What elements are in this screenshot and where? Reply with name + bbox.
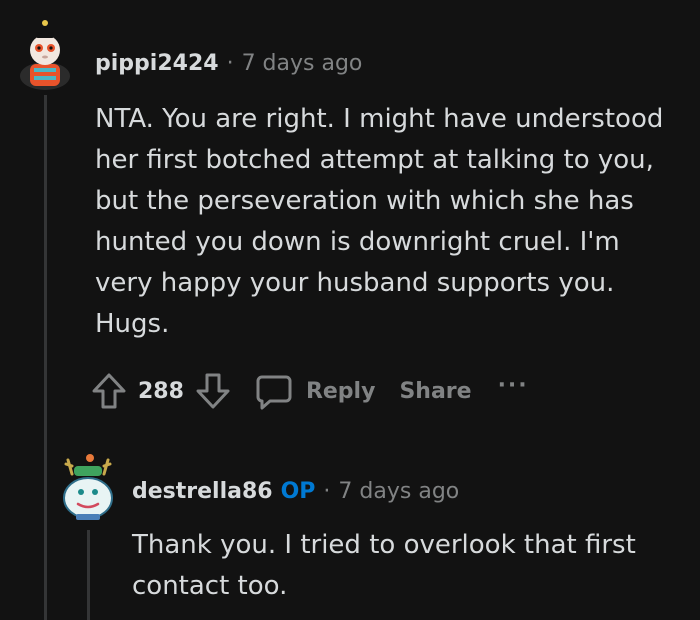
reply-timestamp[interactable]: 7 days ago: [338, 479, 459, 504]
comment-body-line: NTA. You are right. I might have underst…: [95, 104, 664, 134]
vote-score: 288: [138, 378, 184, 404]
reply-button[interactable]: Reply: [254, 371, 376, 411]
comment-body: NTA. You are right. I might have underst…: [95, 99, 695, 345]
comment-body-line: hunted you down is downright cruel. I'm: [95, 227, 620, 257]
comment-meta: pippi2424 · 7 days ago: [95, 48, 362, 78]
more-options-icon[interactable]: ···: [498, 373, 529, 398]
comment-username[interactable]: pippi2424: [95, 51, 219, 76]
thread-line[interactable]: [87, 530, 90, 620]
speech-bubble-icon: [256, 375, 292, 410]
user-avatar-icon[interactable]: [60, 452, 116, 522]
reply-meta: destrella86 OP · 7 days ago: [132, 476, 459, 506]
reply-label: Reply: [305, 378, 376, 404]
comment-body-line: but the perseveration with which she has: [95, 186, 634, 216]
meta-separator: ·: [323, 478, 331, 504]
comment-body-line: Hugs.: [95, 309, 170, 339]
meta-separator: ·: [226, 50, 234, 76]
comment-body-line: her first botched attempt at talking to …: [95, 145, 654, 175]
upvote-arrow-icon: [92, 373, 126, 409]
user-avatar-icon[interactable]: [14, 16, 76, 92]
downvote-arrow-icon: [196, 373, 230, 409]
thread-line[interactable]: [44, 95, 47, 620]
share-button[interactable]: Share: [399, 379, 471, 404]
share-label: Share: [399, 378, 472, 404]
upvote-button[interactable]: [90, 371, 128, 411]
reply-username[interactable]: destrella86: [132, 479, 273, 504]
reply-body: Thank you. I tried to overlook that firs…: [132, 530, 636, 601]
comment-timestamp[interactable]: 7 days ago: [242, 51, 363, 76]
downvote-button[interactable]: [194, 371, 232, 411]
comment-body-line: very happy your husband supports you.: [95, 268, 615, 298]
comment-actions: 288 Reply Share ···: [90, 368, 529, 414]
op-badge: OP: [280, 478, 316, 504]
